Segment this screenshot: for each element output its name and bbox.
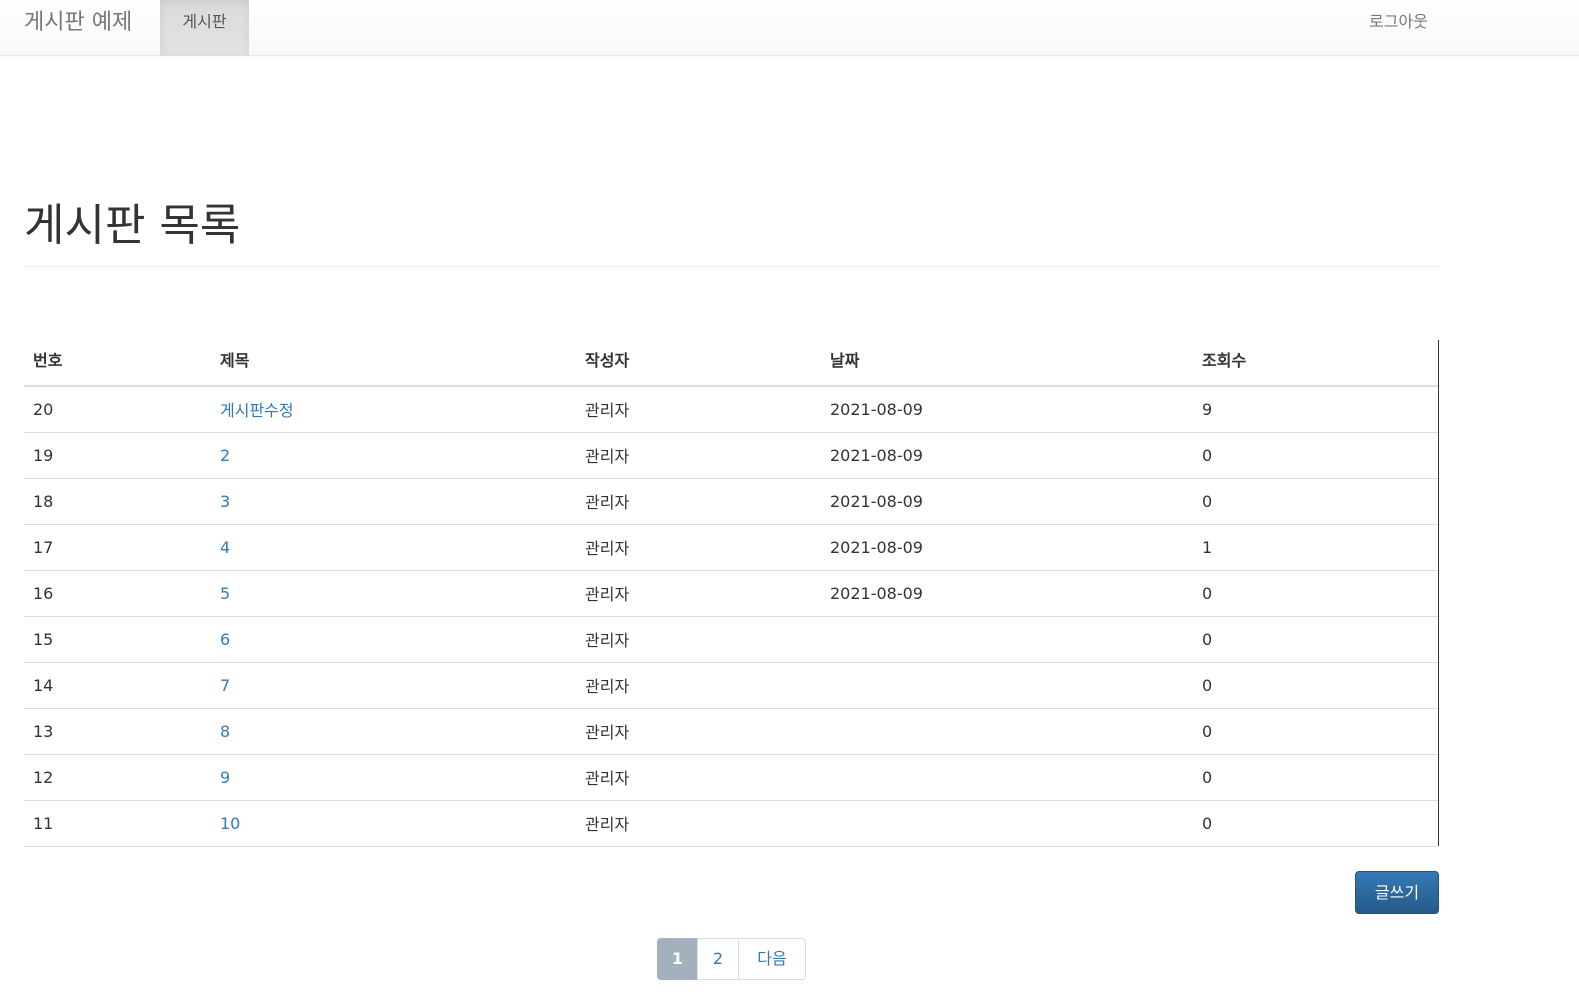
header-title: 제목 (211, 340, 576, 387)
cell-date: 2021-08-09 (821, 478, 1193, 525)
post-title-link[interactable]: 6 (220, 630, 230, 649)
table-header-row: 번호 제목 작성자 날짜 조회수 (24, 340, 1438, 387)
post-title-link[interactable]: 2 (220, 446, 230, 465)
header-views: 조회수 (1193, 340, 1438, 387)
table-row: 19 2 관리자 2021-08-09 0 (24, 432, 1438, 479)
cell-number: 16 (24, 570, 211, 617)
table-row: 18 3 관리자 2021-08-09 0 (24, 478, 1438, 525)
cell-views: 0 (1193, 754, 1438, 801)
table-row: 20 게시판수정 관리자 2021-08-09 9 (24, 386, 1438, 433)
board-table: 번호 제목 작성자 날짜 조회수 20 게시판수정 관리자 2021-08-09… (24, 340, 1438, 847)
post-title-link[interactable]: 5 (220, 584, 230, 603)
page-title: 게시판 목록 (24, 200, 241, 251)
page-1-button[interactable]: 1 (657, 938, 698, 980)
cell-author: 관리자 (576, 432, 821, 479)
cell-author: 관리자 (576, 708, 821, 755)
page-header: 게시판 목록 (24, 196, 1439, 267)
logout-link[interactable]: 로그아웃 (1369, 0, 1428, 44)
board-table-container: 번호 제목 작성자 날짜 조회수 20 게시판수정 관리자 2021-08-09… (24, 340, 1439, 847)
table-row: 12 9 관리자 0 (24, 754, 1438, 801)
cell-date: 2021-08-09 (821, 386, 1193, 433)
cell-views: 0 (1193, 800, 1438, 847)
next-page-button[interactable]: 다음 (738, 938, 806, 980)
table-row: 13 8 관리자 0 (24, 708, 1438, 755)
cell-date (821, 708, 1193, 755)
post-title-link[interactable]: 8 (220, 722, 230, 741)
page-2-button[interactable]: 2 (697, 938, 739, 980)
cell-number: 11 (24, 800, 211, 847)
cell-date: 2021-08-09 (821, 570, 1193, 617)
cell-number: 14 (24, 662, 211, 709)
cell-number: 13 (24, 708, 211, 755)
post-title-link[interactable]: 게시판수정 (220, 401, 294, 420)
cell-author: 관리자 (576, 570, 821, 617)
header-author: 작성자 (576, 340, 821, 387)
cell-views: 0 (1193, 616, 1438, 663)
cell-views: 9 (1193, 386, 1438, 433)
post-title-link[interactable]: 10 (220, 814, 240, 833)
cell-author: 관리자 (576, 754, 821, 801)
cell-number: 12 (24, 754, 211, 801)
cell-views: 1 (1193, 524, 1438, 571)
cell-title: 10 (211, 800, 576, 847)
cell-author: 관리자 (576, 524, 821, 571)
post-title-link[interactable]: 4 (220, 538, 230, 557)
cell-views: 0 (1193, 570, 1438, 617)
cell-date: 2021-08-09 (821, 432, 1193, 479)
brand-link[interactable]: 게시판 예제 (24, 10, 132, 36)
cell-date (821, 800, 1193, 847)
cell-title: 3 (211, 478, 576, 525)
cell-date (821, 662, 1193, 709)
cell-date (821, 754, 1193, 801)
cell-author: 관리자 (576, 616, 821, 663)
table-row: 15 6 관리자 0 (24, 616, 1438, 663)
header-date: 날짜 (821, 340, 1193, 387)
cell-number: 17 (24, 524, 211, 571)
cell-author: 관리자 (576, 800, 821, 847)
cell-date (821, 616, 1193, 663)
post-title-link[interactable]: 3 (220, 492, 230, 511)
cell-views: 0 (1193, 662, 1438, 709)
cell-author: 관리자 (576, 386, 821, 433)
cell-title: 7 (211, 662, 576, 709)
post-title-link[interactable]: 9 (220, 768, 230, 787)
cell-views: 0 (1193, 478, 1438, 525)
nav-item-board[interactable]: 게시판 (160, 0, 249, 56)
cell-title: 2 (211, 432, 576, 479)
table-row: 17 4 관리자 2021-08-09 1 (24, 524, 1438, 571)
cell-title: 게시판수정 (211, 386, 576, 433)
write-post-button[interactable]: 글쓰기 (1355, 871, 1439, 914)
post-title-link[interactable]: 7 (220, 676, 230, 695)
cell-number: 15 (24, 616, 211, 663)
cell-number: 20 (24, 386, 211, 433)
cell-title: 5 (211, 570, 576, 617)
cell-title: 8 (211, 708, 576, 755)
table-row: 11 10 관리자 0 (24, 800, 1438, 847)
cell-author: 관리자 (576, 478, 821, 525)
cell-date: 2021-08-09 (821, 524, 1193, 571)
cell-title: 4 (211, 524, 576, 571)
cell-author: 관리자 (576, 662, 821, 709)
header-number: 번호 (24, 340, 211, 387)
table-row: 16 5 관리자 2021-08-09 0 (24, 570, 1438, 617)
top-navbar: 게시판 예제 게시판 로그아웃 (0, 0, 1579, 56)
cell-views: 0 (1193, 708, 1438, 755)
cell-title: 6 (211, 616, 576, 663)
cell-title: 9 (211, 754, 576, 801)
cell-views: 0 (1193, 432, 1438, 479)
cell-number: 18 (24, 478, 211, 525)
table-row: 14 7 관리자 0 (24, 662, 1438, 709)
cell-number: 19 (24, 432, 211, 479)
pagination: 1 2 다음 (657, 938, 806, 980)
